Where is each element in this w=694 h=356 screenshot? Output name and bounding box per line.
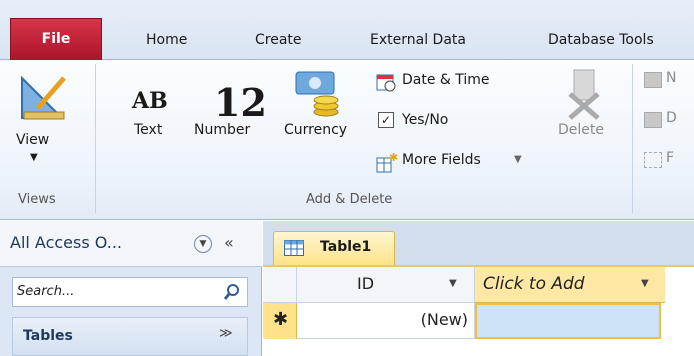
chevron-down-icon: ▼ [30, 152, 38, 163]
nav-pane-header[interactable]: All Access O... ▼ « [0, 221, 262, 267]
new-record-icon: ✱ [273, 309, 289, 330]
column-header-label: ID [357, 274, 375, 293]
partial-label-n: N [666, 70, 677, 86]
text-field-button[interactable]: AB Text [124, 70, 182, 180]
text-field-icon: AB [132, 88, 168, 114]
more-fields-icon: ✱ [376, 152, 398, 173]
delete-button[interactable]: Delete [552, 68, 620, 180]
ribbon: View ▼ Views AB Text 12 Number Currency … [0, 60, 694, 220]
svg-text:✱: ✱ [389, 152, 398, 164]
number-field-icon: 12 [214, 80, 267, 125]
navigation-pane: All Access O... ▼ « Search... Tables ≫ [0, 221, 262, 356]
tab-database-tools[interactable]: Database Tools [548, 22, 654, 60]
field-size-icon [644, 152, 662, 168]
views-group-label: Views [18, 192, 56, 207]
tab-file[interactable]: File [10, 18, 102, 60]
delete-column-icon [568, 69, 600, 120]
select-all-corner[interactable] [263, 267, 297, 303]
add-delete-group-label: Add & Delete [306, 192, 393, 207]
currency-field-button[interactable]: Currency [284, 68, 364, 180]
column-header-click-to-add[interactable]: Click to Add ▼ [475, 267, 665, 303]
sort-dropdown-icon[interactable]: ▼ [449, 267, 457, 303]
dropdown-arrow-icon: ▼ [514, 154, 522, 165]
partial-label-d: D [666, 110, 677, 126]
design-view-icon [21, 75, 66, 120]
view-button[interactable]: View ▼ [12, 70, 74, 185]
search-icon[interactable] [223, 283, 241, 301]
tables-group-header[interactable]: Tables ≫ [12, 317, 248, 356]
delete-label: Delete [558, 122, 604, 138]
document-area: Table1 ID ▼ Click to Add ▼ ✱ (New) [263, 221, 694, 356]
tab-external-data[interactable]: External Data [370, 22, 466, 60]
more-fields-label: More Fields [402, 152, 481, 168]
document-tab-table1[interactable]: Table1 [273, 231, 395, 265]
collapse-pane-icon[interactable]: « [224, 233, 234, 252]
number-label: Number [194, 122, 251, 138]
yes-no-label: Yes/No [402, 112, 449, 128]
column-header-label: Click to Add [483, 274, 585, 294]
yes-no-button[interactable]: ✓ Yes/No [376, 110, 536, 136]
datasheet-grid: ID ▼ Click to Add ▼ ✱ (New) [263, 265, 694, 356]
record-selector-new[interactable]: ✱ [263, 303, 297, 339]
column-header-id[interactable]: ID ▼ [297, 267, 475, 303]
more-fields-button[interactable]: ✱ More Fields ▼ [376, 150, 546, 176]
checkbox-icon: ✓ [378, 112, 394, 128]
nav-pane-title: All Access O... [10, 233, 122, 252]
default-value-icon [644, 112, 662, 128]
double-chevron-down-icon: ≫ [219, 326, 233, 341]
new-record-id: (New) [420, 310, 468, 329]
table-icon [284, 240, 304, 256]
text-label: Text [134, 122, 163, 138]
partial-label-f: F [666, 150, 675, 166]
view-label: View [16, 132, 50, 148]
tables-group-label: Tables [23, 328, 73, 344]
number-field-button[interactable]: 12 Number [186, 70, 278, 180]
document-tab-label: Table1 [320, 239, 372, 255]
calendar-icon [376, 74, 396, 92]
group-separator [95, 64, 96, 214]
nav-search-input[interactable]: Search... [12, 277, 248, 307]
nav-menu-chevron-icon[interactable]: ▼ [194, 235, 212, 253]
click-to-add-cell-new[interactable] [475, 303, 661, 339]
date-time-button[interactable]: Date & Time [376, 70, 536, 96]
id-cell-new[interactable]: (New) [297, 303, 475, 339]
date-time-label: Date & Time [402, 72, 490, 88]
add-field-dropdown-icon[interactable]: ▼ [641, 267, 649, 303]
tab-create[interactable]: Create [255, 22, 302, 60]
currency-icon [295, 71, 339, 117]
currency-label: Currency [284, 122, 348, 138]
search-placeholder: Search... [17, 284, 75, 299]
tab-home[interactable]: Home [146, 22, 187, 60]
name-caption-icon [644, 72, 662, 88]
ribbon-tab-bar: File Home Create External Data Database … [0, 0, 694, 60]
group-separator [632, 64, 633, 214]
